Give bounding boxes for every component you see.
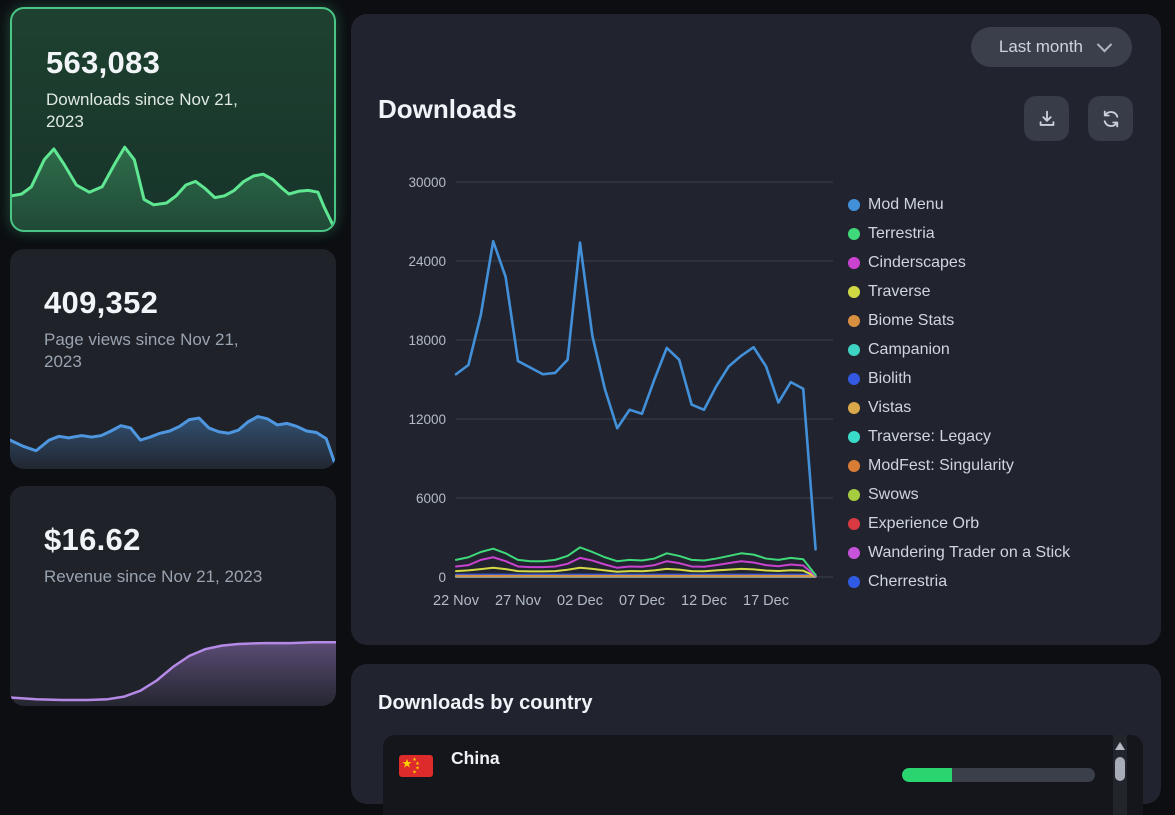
refresh-button[interactable] — [1088, 96, 1133, 141]
svg-text:24000: 24000 — [408, 254, 446, 269]
stat-card-page-views[interactable]: 409,352 Page views since Nov 21, 2023 — [10, 249, 336, 469]
country-progress-bar — [902, 768, 1095, 782]
legend-item[interactable]: Terrestria — [848, 219, 1070, 248]
legend-label: Biome Stats — [868, 312, 954, 330]
legend-label: Traverse: Legacy — [868, 428, 991, 446]
legend-item[interactable]: Swows — [848, 480, 1070, 509]
legend-item[interactable]: Experience Orb — [848, 509, 1070, 538]
legend-label: Swows — [868, 486, 919, 504]
revenue-total: $16.62 — [44, 522, 306, 558]
legend-dot-icon — [848, 344, 860, 356]
page-views-total-label: Page views since Nov 21, 2023 — [44, 329, 276, 374]
svg-text:30000: 30000 — [408, 175, 446, 190]
scrollbar[interactable] — [1113, 735, 1127, 815]
country-list[interactable]: ★★★★★China — [383, 735, 1143, 815]
legend-label: Campanion — [868, 341, 950, 359]
legend-item[interactable]: Biolith — [848, 364, 1070, 393]
legend-item[interactable]: Cherrestria — [848, 567, 1070, 596]
scroll-up-arrow-icon[interactable] — [1115, 742, 1125, 750]
revenue-sparkline — [10, 621, 336, 706]
legend-item[interactable]: Wandering Trader on a Stick — [848, 538, 1070, 567]
downloads-chart: 0 6000 12000 18000 24000 30000 22 Nov 27 Nov 02 … — [371, 162, 841, 632]
legend-dot-icon — [848, 315, 860, 327]
svg-text:6000: 6000 — [416, 491, 446, 506]
legend-dot-icon — [848, 518, 860, 530]
country-progress-fill — [902, 768, 952, 782]
legend-item[interactable]: Cinderscapes — [848, 248, 1070, 277]
legend-dot-icon — [848, 431, 860, 443]
svg-text:27 Nov: 27 Nov — [495, 593, 542, 609]
svg-text:02 Dec: 02 Dec — [557, 593, 603, 609]
svg-text:18000: 18000 — [408, 333, 446, 348]
legend-label: ModFest: Singularity — [868, 457, 1014, 475]
download-icon — [1036, 108, 1058, 130]
page-views-sparkline — [10, 393, 336, 469]
svg-text:12000: 12000 — [408, 412, 446, 427]
date-range-selector[interactable]: Last month — [971, 27, 1132, 67]
legend-label: Cherrestria — [868, 573, 947, 591]
refresh-icon — [1100, 108, 1122, 130]
svg-text:07 Dec: 07 Dec — [619, 593, 665, 609]
scrollbar-thumb[interactable] — [1115, 757, 1125, 781]
downloads-by-country-panel: Downloads by country ★★★★★China — [351, 664, 1161, 804]
legend-dot-icon — [848, 576, 860, 588]
legend-dot-icon — [848, 460, 860, 472]
legend-dot-icon — [848, 489, 860, 501]
legend-item[interactable]: ModFest: Singularity — [848, 451, 1070, 480]
svg-text:★: ★ — [402, 757, 413, 771]
legend-item[interactable]: Traverse: Legacy — [848, 422, 1070, 451]
stat-card-revenue[interactable]: $16.62 Revenue since Nov 21, 2023 — [10, 486, 336, 706]
legend-item[interactable]: Vistas — [848, 393, 1070, 422]
legend-dot-icon — [848, 228, 860, 240]
downloads-sparkline — [12, 140, 334, 230]
legend-dot-icon — [848, 199, 860, 211]
page-views-total: 409,352 — [44, 285, 306, 321]
legend-dot-icon — [848, 286, 860, 298]
legend-label: Terrestria — [868, 225, 935, 243]
downloads-panel: Last month Downloads 0 6000 12000 18000 2400… — [351, 14, 1161, 645]
legend-item[interactable]: Mod Menu — [848, 190, 1070, 219]
legend-item[interactable]: Campanion — [848, 335, 1070, 364]
svg-text:17 Dec: 17 Dec — [743, 593, 789, 609]
downloads-total: 563,083 — [46, 45, 304, 81]
country-name: China — [451, 748, 500, 769]
country-row: ★★★★★China — [383, 735, 1143, 795]
legend-label: Cinderscapes — [868, 254, 966, 272]
legend-dot-icon — [848, 402, 860, 414]
legend-label: Experience Orb — [868, 515, 979, 533]
svg-text:22 Nov: 22 Nov — [433, 593, 480, 609]
legend-label: Traverse — [868, 283, 931, 301]
svg-text:★: ★ — [412, 770, 417, 776]
stat-card-downloads[interactable]: 563,083 Downloads since Nov 21, 2023 — [10, 7, 336, 232]
legend-label: Vistas — [868, 399, 911, 417]
chart-legend: Mod Menu Terrestria Cinderscapes Traverse Bi… — [848, 190, 1070, 596]
legend-dot-icon — [848, 373, 860, 385]
country-panel-title: Downloads by country — [378, 692, 592, 715]
legend-label: Biolith — [868, 370, 912, 388]
date-range-label: Last month — [999, 37, 1083, 57]
chevron-down-icon — [1097, 36, 1113, 52]
revenue-total-label: Revenue since Nov 21, 2023 — [44, 566, 276, 588]
legend-label: Mod Menu — [868, 196, 944, 214]
legend-dot-icon — [848, 257, 860, 269]
svg-text:12 Dec: 12 Dec — [681, 593, 727, 609]
legend-label: Wandering Trader on a Stick — [868, 544, 1070, 562]
legend-item[interactable]: Biome Stats — [848, 306, 1070, 335]
legend-dot-icon — [848, 547, 860, 559]
downloads-total-label: Downloads since Nov 21, 2023 — [46, 89, 274, 134]
export-button[interactable] — [1024, 96, 1069, 141]
legend-item[interactable]: Traverse — [848, 277, 1070, 306]
page-title: Downloads — [378, 94, 517, 125]
svg-text:0: 0 — [438, 570, 446, 585]
